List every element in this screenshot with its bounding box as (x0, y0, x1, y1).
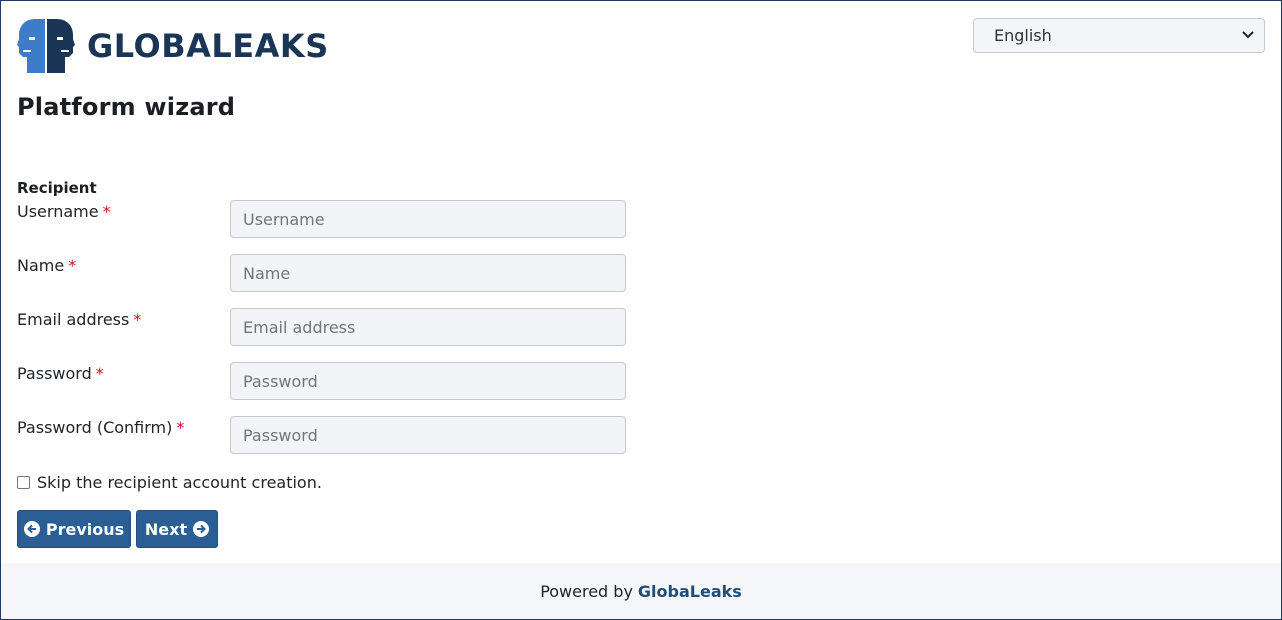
skip-recipient-checkbox[interactable] (17, 476, 30, 489)
language-select-value: English (994, 26, 1052, 45)
password-label: Password * (17, 364, 104, 383)
password-confirm-label: Password (Confirm) * (17, 418, 184, 437)
password-confirm-input[interactable] (230, 416, 626, 454)
email-label-text: Email address (17, 310, 130, 329)
required-marker: * (176, 418, 185, 437)
username-input[interactable] (230, 200, 626, 238)
password-confirm-label-text: Password (Confirm) (17, 418, 173, 437)
previous-button-label: Previous (45, 519, 125, 539)
skip-recipient-option[interactable]: Skip the recipient account creation. (17, 473, 322, 492)
page-title: Platform wizard (17, 93, 236, 121)
section-label-recipient: Recipient (17, 179, 97, 197)
footer: Powered by GlobaLeaks (1, 563, 1281, 619)
password-label-text: Password (17, 364, 92, 383)
password-input[interactable] (230, 362, 626, 400)
globaleaks-logo-icon (17, 19, 75, 73)
name-input[interactable] (230, 254, 626, 292)
required-marker: * (133, 310, 142, 329)
username-label-text: Username (17, 202, 99, 221)
required-marker: * (102, 202, 111, 221)
email-input[interactable] (230, 308, 626, 346)
required-marker: * (95, 364, 104, 383)
previous-button[interactable]: Previous (17, 510, 131, 548)
chevron-down-icon (1242, 29, 1254, 42)
name-label: Name * (17, 256, 76, 275)
logo: GLOBALEAKS (17, 17, 329, 75)
required-marker: * (68, 256, 77, 275)
footer-brand-link[interactable]: GlobaLeaks (638, 582, 742, 601)
page-frame: GLOBALEAKS English Platform wizard Recip… (0, 0, 1282, 620)
footer-prefix: Powered by (540, 581, 633, 601)
logo-text: GLOBALEAKS (87, 27, 329, 65)
username-label: Username * (17, 202, 111, 221)
arrow-circle-left-icon (23, 521, 40, 537)
next-button[interactable]: Next (136, 510, 218, 548)
skip-recipient-label: Skip the recipient account creation. (37, 473, 322, 492)
name-label-text: Name (17, 256, 65, 275)
email-label: Email address * (17, 310, 141, 329)
language-select[interactable]: English (973, 18, 1265, 53)
arrow-circle-right-icon (193, 521, 210, 537)
next-button-label: Next (144, 519, 188, 539)
